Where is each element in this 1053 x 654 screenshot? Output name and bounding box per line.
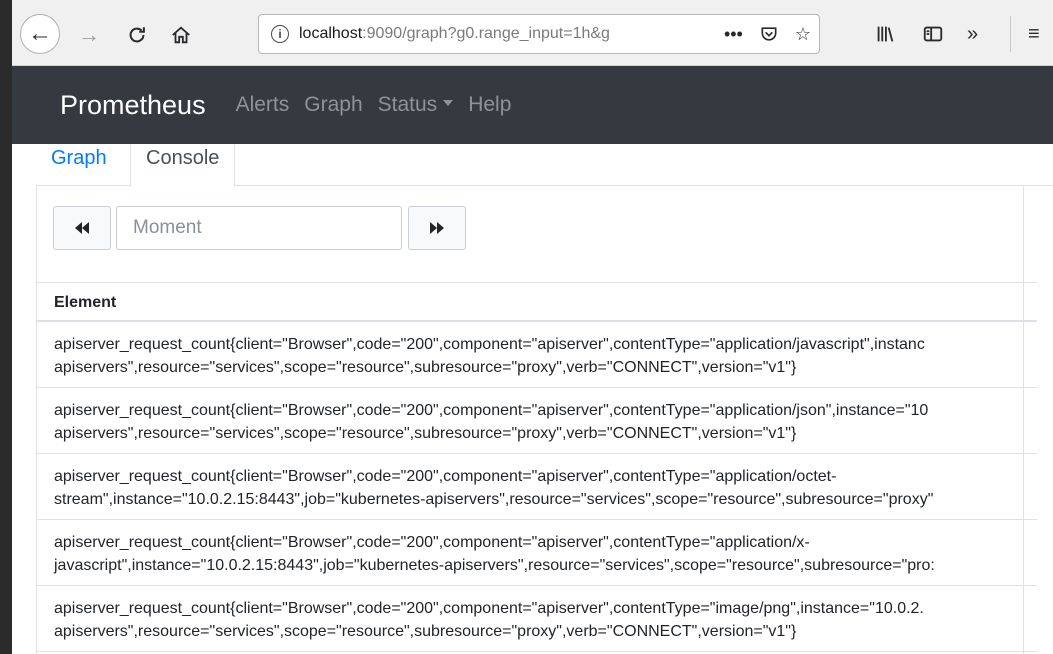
table-row: apiserver_request_count{client="Browser"… [37,520,1037,586]
nav-dropdown-status[interactable]: Status [378,93,454,117]
column-header-element: Element [37,282,1037,322]
url-bar[interactable]: i localhost:9090/graph?g0.range_input=1h… [258,14,820,54]
console-panel: Element apiserver_request_count{client="… [36,185,1037,654]
results-table: Element apiserver_request_count{client="… [37,282,1037,652]
back-button[interactable]: ← [20,14,60,54]
forward-button[interactable]: → [72,17,106,53]
browser-toolbar: ← → i localhost:9090/graph?g0.range_inpu… [12,0,1053,66]
hamburger-menu-icon[interactable]: ≡ [1028,17,1040,51]
sidebar-icon[interactable] [922,17,944,51]
tab-graph[interactable]: Graph [36,144,122,186]
home-icon [172,26,190,44]
prometheus-navbar: Prometheus Alerts Graph Status Help [12,66,1053,144]
table-row: apiserver_request_count{client="Browser"… [37,586,1037,652]
url-text[interactable]: localhost:9090/graph?g0.range_input=1h&g [299,25,694,43]
more-icon[interactable]: ••• [724,24,743,45]
step-forward-button[interactable] [408,206,466,250]
step-back-button[interactable] [53,206,111,250]
tab-console[interactable]: Console [130,144,236,187]
fast-forward-icon [430,222,444,234]
library-icon[interactable] [874,17,896,51]
forward-arrow-icon: → [78,22,100,47]
nav-link-help[interactable]: Help [468,93,511,117]
info-icon[interactable]: i [271,25,289,43]
fast-backward-icon [75,222,89,234]
star-icon[interactable]: ☆ [795,24,811,45]
nav-link-graph[interactable]: Graph [304,93,362,117]
reload-icon [129,27,145,43]
overflow-icon[interactable]: » [967,17,978,51]
home-button[interactable] [164,17,198,53]
toolbar-separator [1010,16,1011,52]
table-row: apiserver_request_count{client="Browser"… [37,454,1037,520]
url-actions: ••• ☆ [724,15,811,53]
browser-window: ← → i localhost:9090/graph?g0.range_inpu… [12,0,1053,654]
reload-button[interactable] [120,17,154,53]
caret-down-icon [443,100,454,107]
back-arrow-icon: ← [28,20,52,47]
nav-link-alerts[interactable]: Alerts [236,93,290,117]
table-row: apiserver_request_count{client="Browser"… [37,322,1037,388]
moment-input[interactable] [116,206,402,250]
window-edge [0,0,12,654]
table-row: apiserver_request_count{client="Browser"… [37,388,1037,454]
panel-tabs: Graph Console [36,144,1053,187]
pocket-icon[interactable] [759,24,779,44]
brand-link[interactable]: Prometheus [60,90,206,121]
